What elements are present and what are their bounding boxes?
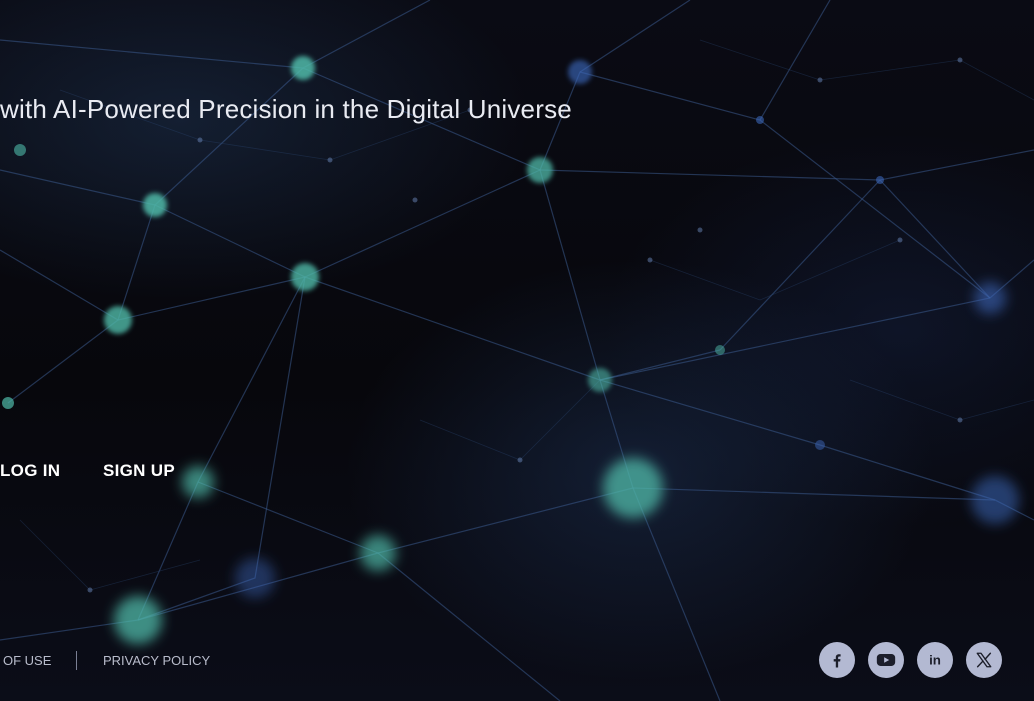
login-button[interactable]: LOG IN — [0, 461, 60, 481]
linkedin-button[interactable]: in — [917, 642, 953, 678]
facebook-button[interactable] — [819, 642, 855, 678]
terms-of-use-link[interactable]: OF USE — [3, 653, 51, 668]
signup-button[interactable]: SIGN UP — [103, 461, 175, 481]
hero-section: with AI-Powered Precision in the Digital… — [0, 0, 1034, 701]
auth-links: LOG IN SIGN UP — [0, 461, 260, 485]
footer-links: OF USE PRIVACY POLICY — [0, 651, 260, 671]
x-button[interactable] — [966, 642, 1002, 678]
youtube-button[interactable] — [868, 642, 904, 678]
youtube-icon — [875, 649, 897, 671]
footer-divider — [76, 651, 77, 670]
social-links: in — [819, 642, 1005, 678]
hero-tagline: with AI-Powered Precision in the Digital… — [0, 94, 572, 124]
linkedin-glyph: in — [929, 653, 941, 668]
privacy-policy-link[interactable]: PRIVACY POLICY — [103, 653, 210, 668]
x-icon — [975, 651, 993, 669]
linkedin-icon: in — [925, 650, 945, 670]
facebook-icon — [828, 651, 846, 669]
